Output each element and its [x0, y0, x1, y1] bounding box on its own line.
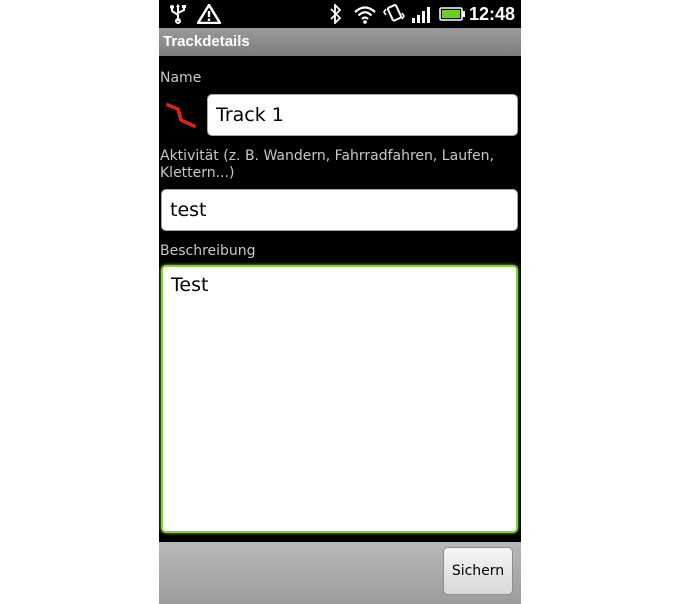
warning-icon: [197, 4, 221, 24]
vibrate-icon: [383, 4, 405, 22]
description-label: Beschreibung: [160, 243, 256, 259]
activity-input[interactable]: [161, 189, 518, 231]
usb-icon: [170, 4, 186, 24]
track-icon: [166, 102, 197, 129]
save-button[interactable]: Sichern: [443, 547, 513, 595]
description-textarea[interactable]: Test: [161, 265, 518, 533]
wifi-icon: [354, 6, 376, 24]
battery-icon: [439, 7, 465, 21]
activity-label: Aktivität (z. B. Wandern, Fahrradfahren,…: [160, 148, 494, 181]
name-label: Name: [160, 70, 202, 86]
name-input[interactable]: [207, 94, 518, 136]
bottom-action-bar: Sichern: [159, 542, 521, 604]
signal-icon: [412, 7, 430, 23]
page-title: Trackdetails: [163, 33, 250, 50]
title-bar: Trackdetails: [159, 28, 521, 56]
bluetooth-icon: [330, 4, 342, 24]
status-time: 12:48: [468, 4, 515, 24]
phone-screen: 12:48 Trackdetails Name Aktivität (z. B.…: [159, 0, 521, 604]
status-bar: 12:48: [159, 0, 521, 28]
